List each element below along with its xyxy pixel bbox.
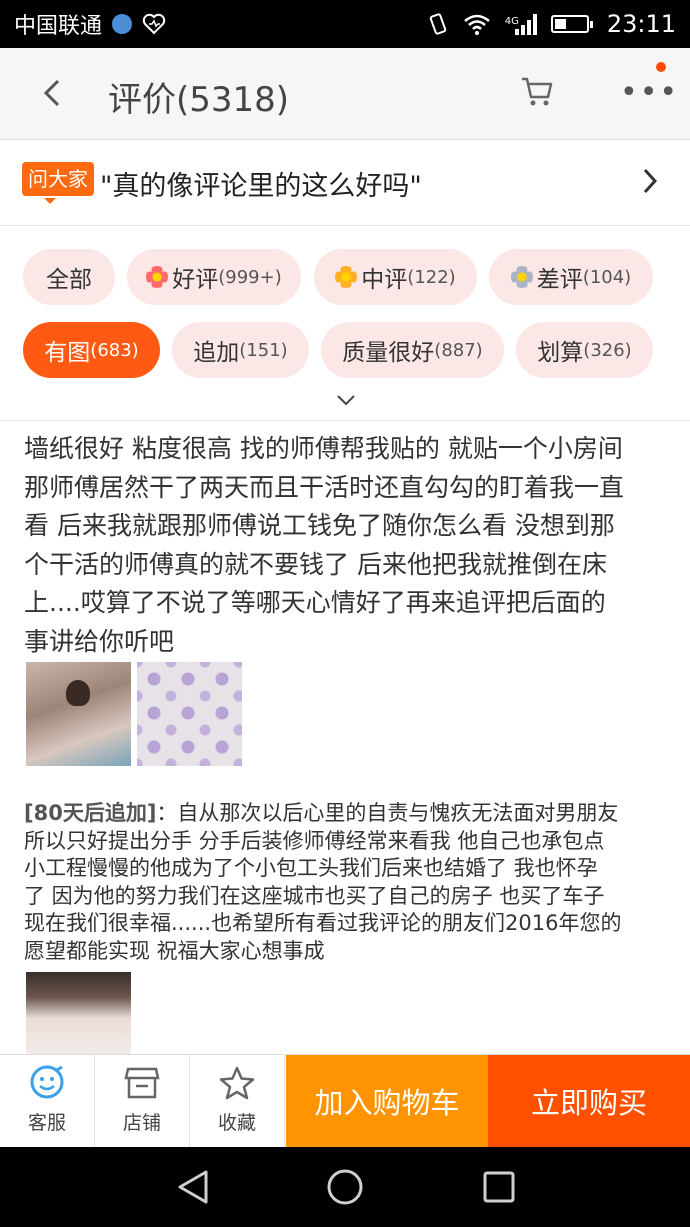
review-photo[interactable]	[137, 662, 242, 766]
flower-icon	[335, 266, 358, 288]
globe-icon	[112, 14, 133, 34]
tag-label: 有图	[44, 340, 91, 366]
followup-line: 所以只好提出分手 分手后装修师傅经常来看我 他自己也承包点	[24, 828, 605, 853]
battery-icon	[550, 15, 593, 33]
vibrate-icon	[429, 13, 446, 35]
tag-bad[interactable]: 差评 (104)	[489, 249, 653, 305]
tag-count: (887)	[434, 339, 483, 361]
carrier-label: 中国联通	[14, 14, 103, 39]
tag-label: 差评	[536, 267, 583, 293]
review-line: 看 后来我就跟那师傅说工钱免了随你怎么看 没想到那	[24, 511, 615, 540]
followup-line: 了 因为他的努力我们在这座城市也买了自己的房子 也买了车子	[24, 883, 605, 908]
tag-good-quality[interactable]: 质量很好 (887)	[321, 322, 504, 378]
tag-count: (683)	[90, 339, 139, 361]
flower-icon	[510, 266, 533, 288]
review-photo[interactable]	[26, 662, 131, 766]
wifi-icon	[463, 14, 490, 35]
flower-icon	[146, 266, 169, 288]
back-icon[interactable]	[38, 78, 68, 108]
followup-line: 愿望都能实现 祝福大家心想事成	[24, 938, 325, 963]
status-bar: 中国联通 4G 23:11	[0, 0, 690, 48]
page-title: 评价(5318)	[108, 80, 290, 120]
review-text: 墙纸很好 粘度很高 找的师傅帮我贴的 就贴一个小房间 那师傅居然干了两天而且干活…	[24, 430, 672, 661]
system-nav-bar	[0, 1147, 690, 1227]
add-to-cart-button[interactable]: 加入购物车	[286, 1055, 488, 1147]
nav-bar: 评价(5318) •••	[0, 48, 690, 140]
star-icon	[219, 1066, 255, 1100]
tag-count: (326)	[583, 339, 632, 361]
tag-with-photos[interactable]: 有图 (683)	[23, 322, 160, 378]
followup-review: [80天后追加]：自从那次以后心里的自责与愧疚无法面对男朋友 所以只好提出分手 …	[24, 800, 672, 965]
review-line: 墙纸很好 粘度很高 找的师傅帮我贴的 就贴一个小房间	[24, 434, 623, 463]
followup-label: [80天后追加]	[24, 801, 157, 825]
followup-photo[interactable]	[26, 972, 131, 1056]
ask-question: "真的像评论里的这么好吗"	[100, 171, 422, 202]
tag-followup[interactable]: 追加 (151)	[172, 322, 309, 378]
tag-count: (122)	[407, 266, 456, 288]
chevron-down-icon[interactable]	[336, 394, 356, 406]
service-icon	[30, 1065, 64, 1099]
tag-all[interactable]: 全部	[23, 249, 115, 305]
favorite-label: 收藏	[217, 1112, 256, 1134]
review-line: 上....哎算了不说了等哪天心情好了再来追评把后面的	[24, 588, 606, 617]
nav-home-icon[interactable]	[326, 1168, 364, 1206]
heart-icon	[142, 13, 166, 35]
filter-tags: 全部 好评 (999+) 中评 (122) 差评 (104) 有图 (683) 追加 (1…	[0, 226, 690, 421]
tag-label: 中评	[361, 267, 408, 293]
nav-back-icon[interactable]	[176, 1169, 210, 1205]
cart-icon[interactable]	[520, 76, 554, 108]
review-photos	[26, 662, 242, 766]
tag-label: 划算	[537, 340, 584, 366]
shop-button[interactable]: 店铺	[95, 1055, 190, 1147]
service-label: 客服	[27, 1112, 66, 1134]
shop-icon	[124, 1067, 160, 1099]
tag-good[interactable]: 好评 (999+)	[127, 249, 301, 305]
shop-label: 店铺	[122, 1112, 161, 1134]
chevron-right-icon	[643, 168, 658, 194]
tag-medium[interactable]: 中评 (122)	[314, 249, 477, 305]
nav-recents-icon[interactable]	[482, 1170, 516, 1204]
notification-dot	[656, 62, 666, 72]
tag-label: 好评	[172, 267, 219, 293]
ask-badge: 问大家	[22, 162, 94, 204]
tag-count: (999+)	[218, 266, 282, 288]
review-line: 个干活的师傅真的就不要钱了 后来他把我就推倒在床	[24, 549, 607, 579]
favorite-button[interactable]: 收藏	[190, 1055, 285, 1147]
tag-count: (151)	[239, 339, 288, 361]
tag-label: 全部	[46, 267, 92, 293]
clock: 23:11	[606, 10, 676, 38]
followup-line: 小工程慢慢的他成为了个小包工头我们后来也结婚了 我也怀孕	[24, 856, 598, 880]
followup-line: ：自从那次以后心里的自责与愧疚无法面对男朋友	[156, 801, 619, 825]
review-line: 事讲给你听吧	[24, 626, 175, 656]
review-line: 那师傅居然干了两天而且干活时还直勾勾的盯着我一直	[24, 472, 625, 502]
tag-count: (104)	[582, 266, 632, 288]
more-icon[interactable]: •••	[620, 78, 679, 108]
ask-everyone-bar[interactable]: 问大家 "真的像评论里的这么好吗"	[0, 140, 690, 226]
tag-label: 追加	[193, 340, 240, 366]
tag-worth-it[interactable]: 划算 (326)	[516, 322, 653, 378]
buy-now-button[interactable]: 立即购买	[488, 1055, 690, 1147]
followup-line: 现在我们很幸福......也希望所有看过我评论的朋友们2016年您的	[24, 911, 622, 935]
bottom-action-bar: 客服 店铺 收藏 加入购物车 立即购买	[0, 1054, 690, 1147]
network-type: 4G	[504, 16, 519, 27]
service-button[interactable]: 客服	[0, 1055, 95, 1147]
tag-label: 质量很好	[342, 340, 435, 366]
